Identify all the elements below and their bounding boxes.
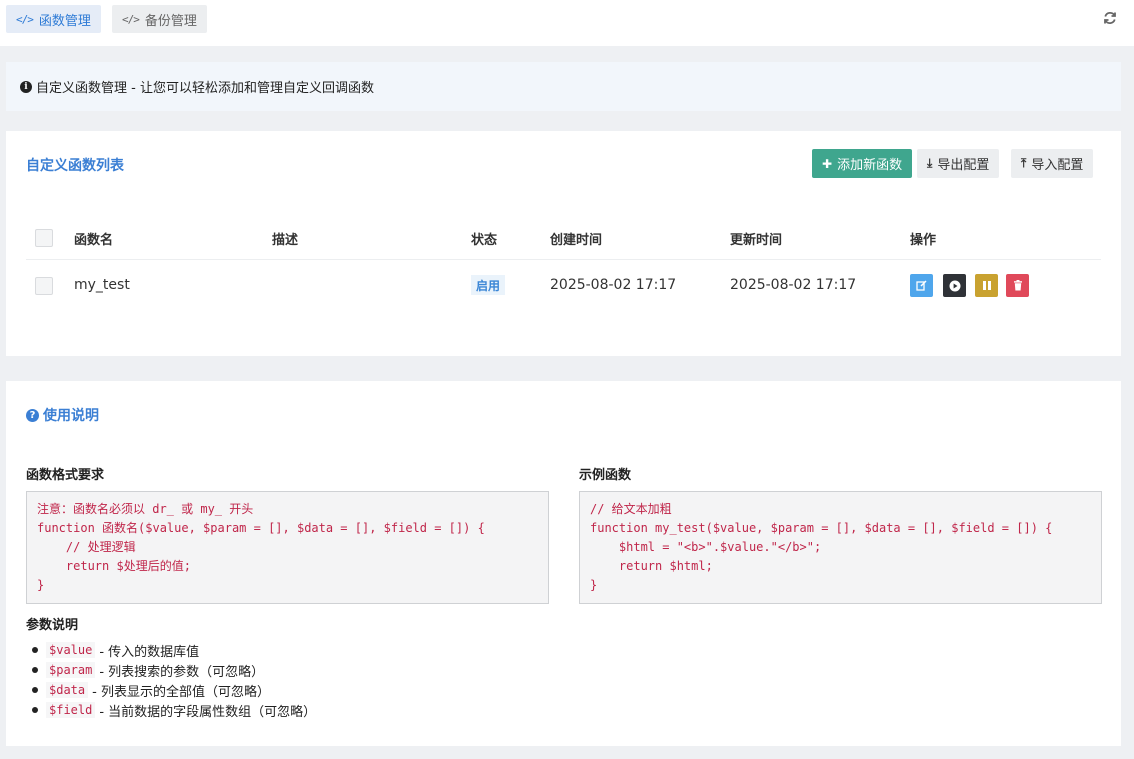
pause-button[interactable] (975, 274, 998, 297)
param-desc: - 列表搜索的参数（可忽略） (99, 664, 265, 680)
plus-icon: ✚ (822, 156, 833, 171)
column-header-description[interactable]: 描述 (272, 229, 298, 248)
alert-text: 自定义函数管理 - 让您可以轻松添加和管理自定义回调函数 (36, 81, 374, 96)
download-icon: ⤓ (927, 156, 933, 170)
code-icon: </> (122, 12, 140, 26)
params-title: 参数说明 (26, 618, 79, 633)
param-desc: - 当前数据的字段属性数组（可忽略） (99, 704, 317, 720)
tab-backup-management[interactable]: </> 备份管理 (112, 5, 207, 33)
trash-icon (1013, 280, 1022, 291)
export-config-button[interactable]: ⤓ 导出配置 (917, 149, 1000, 178)
pause-icon (982, 281, 991, 290)
param-code: $value (46, 642, 96, 658)
table-divider (26, 259, 1101, 260)
export-config-label: 导出配置 (937, 158, 990, 173)
list-title: 自定义函数列表 (26, 158, 124, 174)
refresh-icon[interactable] (1103, 11, 1117, 25)
format-code-block: 注意：函数名必须以 dr_ 或 my_ 开头 function 函数名($val… (26, 491, 549, 604)
function-name: my_test (74, 277, 130, 293)
add-function-label: 添加新函数 (837, 158, 903, 173)
tab-label: 函数管理 (38, 13, 91, 29)
list-item: $value - 传入的数据库值 (31, 640, 316, 660)
created-time: 2025-08-02 17:17 (550, 277, 677, 293)
help-panel: ? 使用说明 函数格式要求 示例函数 注意：函数名必须以 dr_ 或 my_ 开… (6, 381, 1121, 746)
param-desc: - 列表显示的全部值（可忽略） (92, 684, 270, 700)
function-list-panel: 自定义函数列表 ✚ 添加新函数 ⤓ 导出配置 ⤒ 导入配置 函数名 描述 状态 … (6, 131, 1121, 356)
info-icon: i (20, 80, 32, 93)
column-header-status[interactable]: 状态 (471, 229, 497, 248)
param-code: $param (46, 662, 96, 678)
import-config-button[interactable]: ⤒ 导入配置 (1011, 149, 1094, 178)
edit-button[interactable] (910, 274, 933, 297)
add-function-button[interactable]: ✚ 添加新函数 (812, 149, 913, 178)
list-item: $field - 当前数据的字段属性数组（可忽略） (31, 700, 317, 720)
param-code: $field (46, 702, 96, 718)
list-item: $param - 列表搜索的参数（可忽略） (31, 660, 316, 680)
column-header-updated[interactable]: 更新时间 (730, 229, 782, 248)
edit-icon (916, 280, 927, 291)
help-title: ? 使用说明 (26, 405, 99, 425)
format-requirements-title: 函数格式要求 (26, 468, 105, 483)
column-header-actions: 操作 (910, 233, 937, 248)
select-all-checkbox[interactable] (35, 229, 53, 247)
status-badge[interactable]: 启用 (471, 275, 506, 295)
example-function-title: 示例函数 (579, 468, 632, 483)
updated-time: 2025-08-02 17:17 (730, 277, 857, 293)
row-checkbox[interactable] (35, 277, 53, 295)
param-desc: - 传入的数据库值 (99, 644, 200, 660)
play-circle-icon (949, 280, 960, 291)
code-icon: </> (16, 12, 34, 26)
upload-icon: ⤒ (1021, 156, 1027, 170)
param-code: $data (46, 682, 89, 698)
delete-button[interactable] (1006, 274, 1029, 297)
list-item: $data - 列表显示的全部值（可忽略） (31, 680, 316, 700)
column-header-created[interactable]: 创建时间 (550, 229, 602, 248)
tab-function-management[interactable]: </> 函数管理 (6, 5, 101, 33)
column-header-name[interactable]: 函数名 (74, 229, 113, 248)
question-circle-icon: ? (26, 408, 39, 422)
example-code-block: // 给文本加粗 function my_test($value, $param… (579, 491, 1102, 604)
params-list: $value - 传入的数据库值 $param - 列表搜索的参数（可忽略） $da… (31, 640, 317, 720)
tab-label: 备份管理 (144, 13, 197, 29)
info-alert: i 自定义函数管理 - 让您可以轻松添加和管理自定义回调函数 (6, 62, 1121, 111)
import-config-label: 导入配置 (1031, 158, 1084, 173)
top-tab-bar: </> 函数管理 </> 备份管理 (0, 0, 1134, 46)
help-title-text: 使用说明 (43, 408, 99, 424)
run-button[interactable] (943, 274, 966, 297)
